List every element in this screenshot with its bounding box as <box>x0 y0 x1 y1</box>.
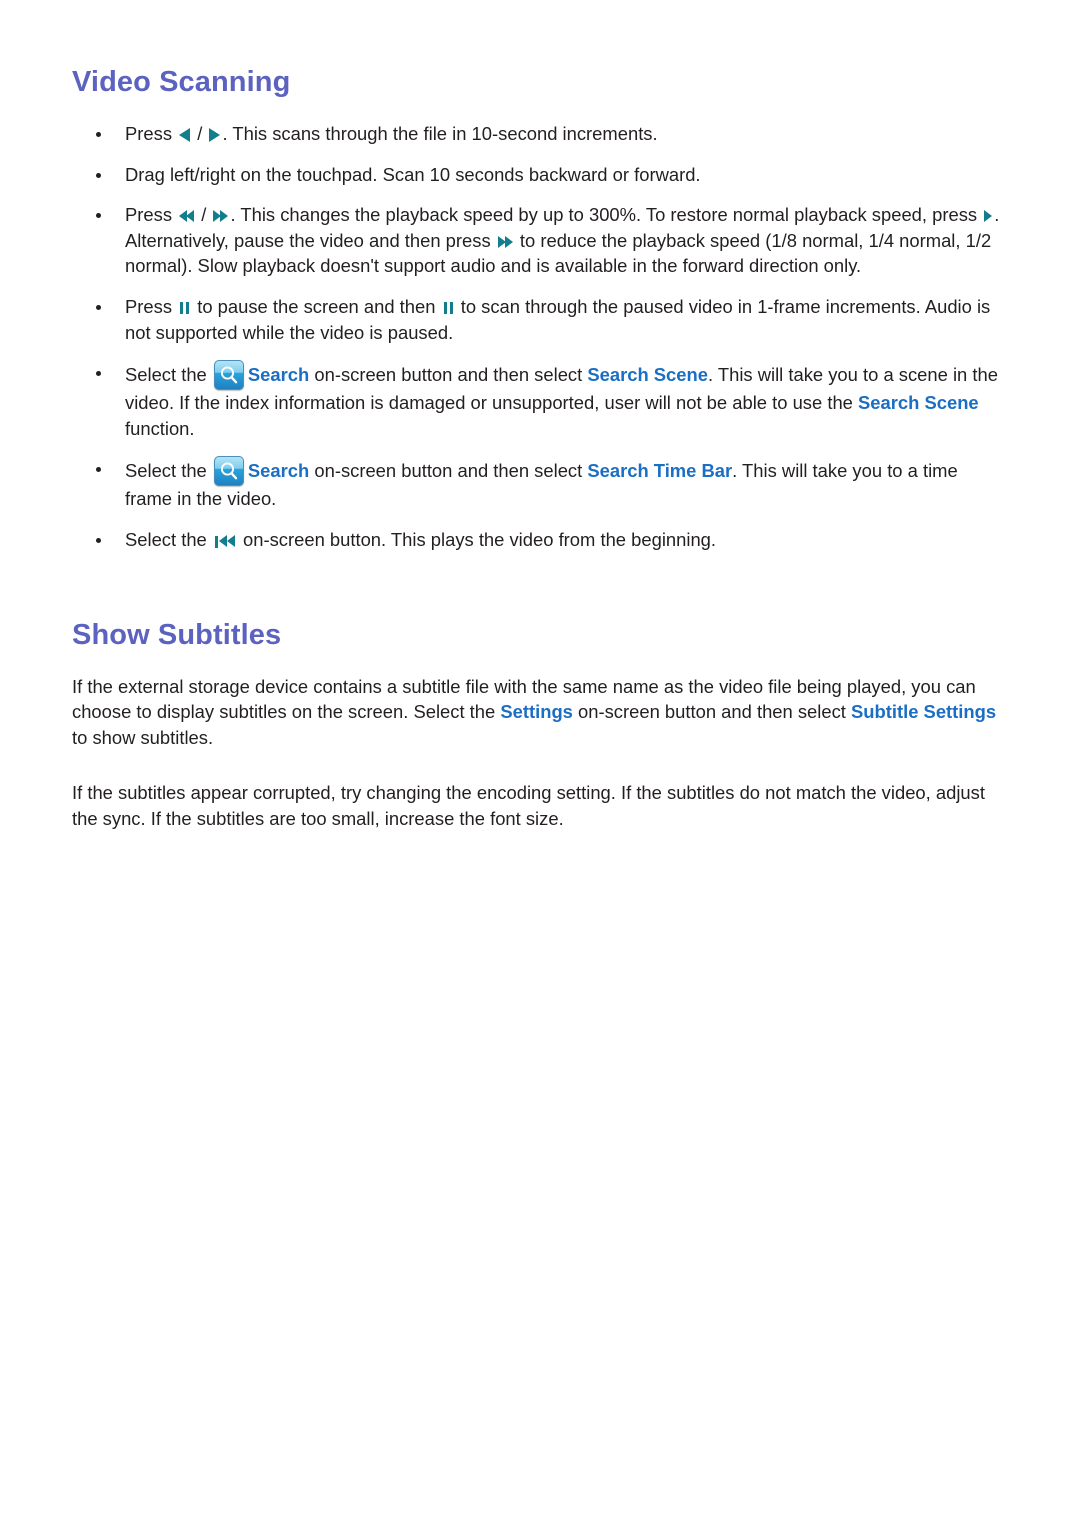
bullet-text-press-2: Press <box>125 204 178 226</box>
play-icon <box>982 210 994 223</box>
search-scene-reference-2: Search Scene <box>858 392 979 414</box>
list-item-play-from-beginning: Select the on-screen button. This plays … <box>72 527 1008 553</box>
list-item-playback-speed: Press / . This changes the playback spee… <box>72 202 1008 279</box>
settings-reference: Settings <box>500 701 573 723</box>
page-title-show-subtitles: Show Subtitles <box>72 618 282 651</box>
forward-step-icon <box>207 128 222 143</box>
paragraph-subtitle-file-info: If the external storage device contains … <box>72 674 1008 751</box>
search-time-bar-reference: Search Time Bar <box>587 460 733 482</box>
bullet-text-speed-1: . This changes the playback speed by up … <box>230 204 983 226</box>
search-button-label-2: Search <box>247 460 310 482</box>
subtitle-settings-reference: Subtitle Settings <box>851 701 997 723</box>
bullet-text-select-the-3: Select the <box>125 528 212 550</box>
fast-forward-icon-2 <box>496 235 515 248</box>
fast-rewind-icon <box>177 210 196 223</box>
bullet-text-press-3: Press <box>125 295 178 317</box>
bullet-text-select-the: Select the <box>125 364 212 386</box>
search-button-label: Search <box>247 364 310 386</box>
bullet-text-slash: / <box>192 123 208 144</box>
video-scanning-bullet-list: Press / . This scans through the file in… <box>72 121 1008 553</box>
bullet-text-pause-1: to pause the screen and then <box>192 295 441 317</box>
bullet-text-drag: Drag left/right on the touchpad. Scan 10… <box>125 163 701 185</box>
rewind-step-icon <box>177 128 192 143</box>
search-button-icon[interactable] <box>213 360 244 391</box>
paragraph-text-1c: to show subtitles. <box>72 726 214 748</box>
bullet-text-time-bar-mid: on-screen button and then select <box>309 460 588 482</box>
bullet-text-scene-mid: on-screen button and then select <box>309 364 588 386</box>
bullet-text-slash-2: / <box>196 204 212 226</box>
bullet-text-scan-tail: . This scans through the file in 10-seco… <box>222 123 658 144</box>
bullet-text-press: Press <box>125 123 178 144</box>
paragraph-subtitle-troubleshooting: If the subtitles appear corrupted, try c… <box>72 782 985 829</box>
bullet-text-beginning-tail: on-screen button. This plays the video f… <box>237 528 717 550</box>
pause-icon <box>177 302 192 315</box>
list-item-search-scene: Select the Search on-screen button and t… <box>72 360 1008 441</box>
list-item-scan-10-second: Press / . This scans through the file in… <box>72 121 1008 147</box>
fast-forward-icon <box>211 210 230 223</box>
search-scene-reference: Search Scene <box>587 364 708 386</box>
bullet-text-select-the-2: Select the <box>125 460 212 482</box>
page-title-video-scanning: Video Scanning <box>72 66 291 98</box>
list-item-drag-touchpad: Drag left/right on the touchpad. Scan 10… <box>72 162 1008 188</box>
paragraph-text-1b: on-screen button and then select <box>572 701 852 723</box>
search-button-icon-2[interactable] <box>213 456 244 487</box>
document-page: Video Scanning Press / . This scans thro… <box>0 0 1080 1527</box>
pause-icon-2 <box>441 302 456 315</box>
list-item-search-time-bar: Select the Search on-screen button and t… <box>72 456 1008 512</box>
skip-to-start-icon <box>212 534 238 548</box>
list-item-frame-step: Press to pause the screen and then to sc… <box>72 294 1008 345</box>
bullet-text-scene-tail-2: function. <box>125 417 195 439</box>
